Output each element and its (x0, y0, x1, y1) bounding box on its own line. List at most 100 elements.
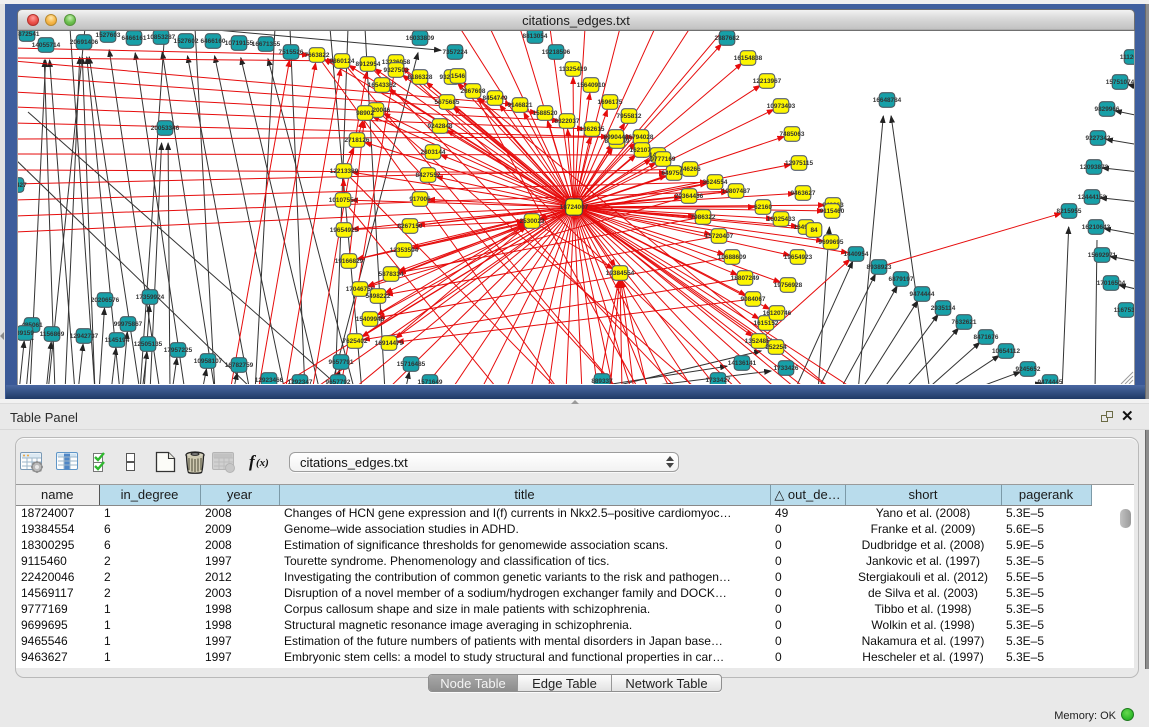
svg-text:12923466: 12923466 (255, 377, 284, 384)
svg-text:10719155: 10719155 (225, 40, 254, 47)
svg-text:9657792: 9657792 (326, 379, 351, 384)
svg-text:16914479: 16914479 (375, 340, 404, 347)
svg-text:2935114: 2935114 (931, 305, 956, 312)
svg-text:1156869: 1156869 (40, 331, 65, 338)
svg-text:8427552: 8427552 (416, 172, 441, 179)
svg-text:9860124: 9860124 (330, 58, 355, 65)
svg-text:7625402: 7625402 (343, 338, 368, 345)
svg-text:9777169: 9777169 (651, 156, 676, 163)
svg-text:9829966: 9829966 (1095, 106, 1120, 113)
svg-text:14055714: 14055714 (32, 42, 61, 49)
svg-text:1546: 1546 (451, 73, 466, 80)
svg-text:10107554: 10107554 (329, 197, 358, 204)
svg-text:18807249: 18807249 (731, 275, 760, 282)
svg-text:2867608: 2867608 (461, 88, 486, 95)
svg-text:10025433: 10025433 (767, 216, 796, 223)
svg-text:15720407: 15720407 (705, 233, 734, 240)
svg-text:1362615: 1362615 (580, 126, 605, 133)
svg-text:10654112: 10654112 (992, 348, 1021, 355)
svg-text:10853287: 10853287 (147, 34, 176, 41)
svg-text:8990448: 8990448 (604, 134, 629, 141)
svg-text:1588520: 1588520 (533, 110, 558, 117)
svg-text:8215955: 8215955 (1057, 208, 1082, 215)
svg-text:9115460: 9115460 (820, 208, 845, 215)
svg-text:9227342: 9227342 (1086, 135, 1111, 142)
svg-text:7515526: 7515526 (279, 49, 304, 56)
svg-text:331427: 331427 (18, 182, 27, 189)
svg-text:1696175: 1696175 (598, 99, 623, 106)
svg-text:19166829: 19166829 (335, 258, 364, 265)
svg-text:16782759: 16782759 (225, 362, 254, 369)
svg-text:5675685: 5675685 (435, 99, 460, 106)
svg-text:15409948: 15409948 (356, 316, 385, 323)
svg-text:7357224: 7357224 (443, 49, 468, 56)
svg-text:889337: 889337 (591, 378, 613, 384)
svg-text:17016504: 17016504 (1097, 280, 1126, 287)
svg-text:8938923: 8938923 (867, 264, 892, 271)
svg-text:1733427: 1733427 (706, 377, 731, 384)
svg-text:2530023: 2530023 (520, 218, 545, 225)
svg-text:9242848: 9242848 (428, 123, 453, 130)
svg-text:1145194: 1145194 (105, 337, 130, 344)
svg-text:16033809: 16033809 (406, 35, 435, 42)
svg-text:19218596: 19218596 (542, 49, 571, 56)
svg-text:1733426: 1733426 (774, 365, 799, 372)
svg-text:8912954: 8912954 (356, 61, 381, 68)
svg-text:1167533: 1167533 (1114, 307, 1134, 314)
svg-text:6794028: 6794028 (629, 134, 654, 141)
svg-text:99975867: 99975867 (114, 321, 143, 328)
svg-text:17359924: 17359924 (136, 294, 165, 301)
svg-text:8267150: 8267150 (398, 223, 423, 230)
svg-text:17957225: 17957225 (164, 347, 193, 354)
svg-text:39159: 39159 (18, 330, 34, 337)
svg-text:9474445: 9474445 (1038, 379, 1063, 384)
svg-text:746266: 746266 (679, 166, 701, 173)
svg-text:12444153: 12444153 (1078, 194, 1107, 201)
svg-text:7955812: 7955812 (617, 113, 642, 120)
svg-text:9327503: 9327503 (384, 67, 409, 74)
svg-text:1112674: 1112674 (1120, 54, 1134, 61)
svg-text:1872541: 1872541 (18, 31, 40, 38)
svg-text:16543362: 16543362 (368, 82, 397, 89)
svg-text:15640910: 15640910 (577, 82, 606, 89)
svg-text:15716485: 15716485 (397, 361, 426, 368)
svg-text:12213389: 12213389 (330, 168, 359, 175)
svg-text:1527603: 1527603 (96, 32, 121, 39)
svg-text:7663822: 7663822 (305, 52, 330, 59)
svg-text:2803144: 2803144 (421, 149, 446, 156)
svg-text:14136141: 14136141 (728, 360, 757, 367)
svg-text:16154838: 16154838 (734, 55, 763, 62)
svg-text:19654925: 19654925 (330, 227, 359, 234)
svg-text:16120746: 16120746 (763, 310, 792, 317)
svg-text:10973493: 10973493 (767, 103, 796, 110)
svg-text:62160: 62160 (754, 204, 772, 211)
svg-text:12353594: 12353594 (390, 247, 419, 254)
svg-text:20364436: 20364436 (675, 193, 704, 200)
svg-text:1292347: 1292347 (288, 379, 313, 384)
svg-text:12975115: 12975115 (785, 160, 814, 167)
svg-text:2887682: 2887682 (715, 35, 740, 42)
svg-text:9474444: 9474444 (910, 291, 935, 298)
svg-text:1440954: 1440954 (844, 251, 869, 258)
svg-text:3624554: 3624554 (703, 179, 728, 186)
svg-text:15692971: 15692971 (1088, 252, 1117, 259)
svg-text:18724007: 18724007 (560, 204, 589, 211)
svg-text:10688609: 10688609 (718, 254, 747, 261)
svg-text:1615152: 1615152 (754, 320, 779, 327)
svg-text:16210643: 16210643 (1082, 224, 1111, 231)
svg-text:19384554: 19384554 (606, 270, 635, 277)
svg-text:15751074: 15751074 (1106, 79, 1134, 86)
svg-text:12505135: 12505135 (134, 341, 163, 348)
svg-text:10807487: 10807487 (722, 188, 751, 195)
svg-text:7632621: 7632621 (952, 319, 977, 326)
svg-text:2718126: 2718126 (345, 137, 370, 144)
svg-text:5498222: 5498222 (366, 293, 391, 300)
svg-text:9146821: 9146821 (508, 102, 533, 109)
svg-text:6466161: 6466161 (122, 35, 147, 42)
svg-text:6879197: 6879197 (889, 276, 914, 283)
svg-text:98902: 98902 (356, 110, 374, 117)
svg-text:5878334: 5878334 (379, 271, 404, 278)
svg-text:9084067: 9084067 (741, 296, 766, 303)
svg-text:6466160: 6466160 (201, 38, 226, 45)
svg-text:20053346: 20053346 (151, 125, 180, 132)
